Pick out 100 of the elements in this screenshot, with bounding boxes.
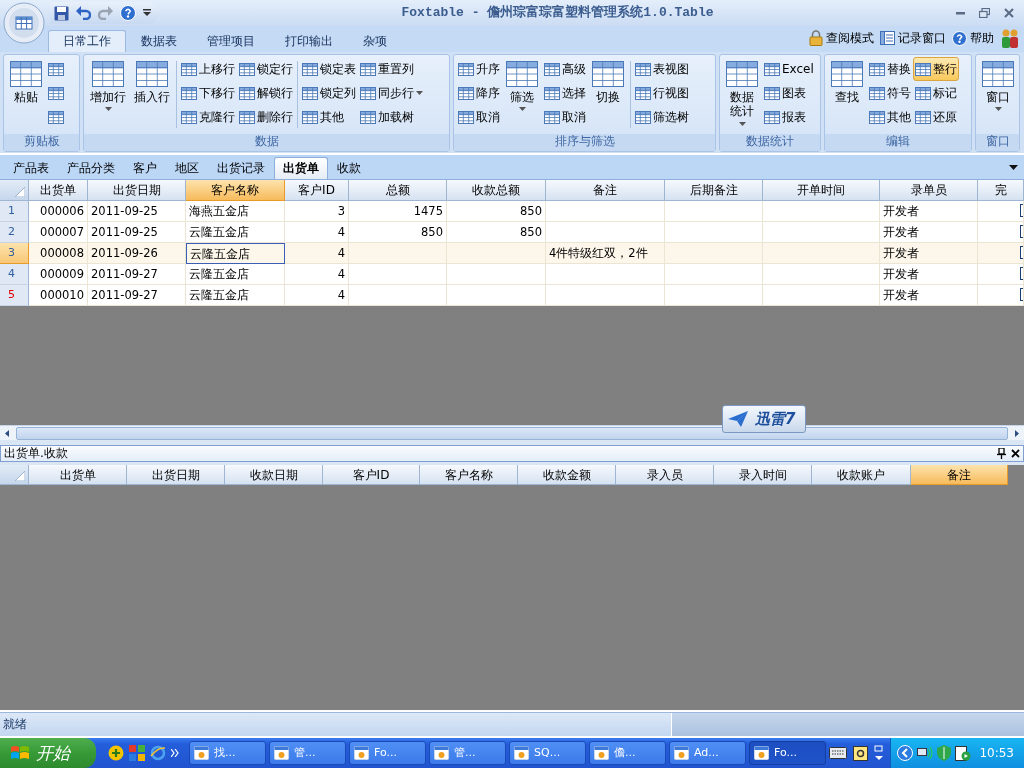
- ribbon-tab[interactable]: 打印输出: [270, 29, 348, 52]
- ribbon-button[interactable]: 查找: [827, 57, 867, 129]
- taskbar-button[interactable]: 儋...: [589, 741, 666, 765]
- pin-icon[interactable]: [997, 448, 1006, 459]
- column-header[interactable]: 出货单: [29, 465, 127, 485]
- column-header[interactable]: 出货日期: [88, 180, 186, 201]
- sheet-tab[interactable]: 收款: [328, 156, 370, 179]
- ribbon-button[interactable]: 重置列: [358, 57, 425, 81]
- ribbon-button[interactable]: 同步行: [358, 81, 425, 105]
- minimize-icon[interactable]: [956, 11, 965, 15]
- ribbon-button[interactable]: 标记: [913, 81, 959, 105]
- sheet-tab[interactable]: 产品表: [4, 156, 58, 179]
- ribbon-button[interactable]: 图表: [762, 81, 816, 105]
- sheet-tab[interactable]: 产品分类: [58, 156, 124, 179]
- column-header[interactable]: 出货日期: [127, 465, 225, 485]
- undo-icon[interactable]: [76, 6, 91, 20]
- ribbon-button[interactable]: 上移行: [179, 57, 237, 81]
- browser-icon[interactable]: [150, 745, 166, 761]
- ribbon-tab[interactable]: 杂项: [348, 29, 402, 52]
- ribbon-button[interactable]: 下移行: [179, 81, 237, 105]
- keyboard-icon[interactable]: [829, 747, 847, 759]
- column-header[interactable]: 出货单: [29, 180, 88, 201]
- column-header[interactable]: 客户ID: [323, 465, 420, 485]
- ribbon-link[interactable]: 查阅模式: [809, 30, 874, 46]
- column-header[interactable]: 录单员: [880, 180, 978, 201]
- floating-button[interactable]: 迅雷7: [722, 405, 807, 433]
- column-header[interactable]: 录入员: [616, 465, 714, 485]
- people-icon[interactable]: [1000, 28, 1020, 48]
- ribbon-button[interactable]: 克隆行: [179, 105, 237, 129]
- column-header[interactable]: 开单时间: [763, 180, 880, 201]
- row-header[interactable]: 3: [0, 243, 29, 264]
- ribbon-button[interactable]: 删除行: [237, 105, 295, 129]
- ribbon-button[interactable]: 插入行: [130, 57, 174, 129]
- taskbar-button[interactable]: 管...: [429, 741, 506, 765]
- taskbar-button[interactable]: Fo...: [349, 741, 426, 765]
- save-icon[interactable]: [54, 5, 69, 21]
- column-header[interactable]: 后期备注: [665, 180, 763, 201]
- ribbon-button[interactable]: 锁定表: [300, 57, 358, 81]
- taskbar-button[interactable]: Fo...: [749, 741, 826, 765]
- horizontal-scrollbar[interactable]: [0, 425, 1024, 440]
- column-header[interactable]: 总额: [349, 180, 447, 201]
- ribbon-button[interactable]: 符号: [867, 81, 913, 105]
- tiles-icon[interactable]: [129, 745, 145, 761]
- column-header[interactable]: 客户名称: [186, 180, 285, 201]
- column-header[interactable]: 备注: [911, 465, 1008, 485]
- ribbon-link[interactable]: 记录窗口: [880, 30, 946, 46]
- ribbon-button[interactable]: 其他: [867, 105, 913, 129]
- column-header[interactable]: 收款日期: [225, 465, 323, 485]
- restore-icon[interactable]: [979, 8, 990, 18]
- taskbar-button[interactable]: SQ...: [509, 741, 586, 765]
- ribbon-button[interactable]: 表视图: [633, 57, 691, 81]
- ribbon-link[interactable]: 帮助: [952, 30, 994, 46]
- column-header[interactable]: 收款金额: [518, 465, 616, 485]
- ribbon-button[interactable]: 高级: [542, 57, 588, 81]
- column-header[interactable]: 完: [978, 180, 1024, 201]
- ribbon-button[interactable]: 取消: [542, 105, 588, 129]
- network-icon[interactable]: [917, 745, 934, 761]
- ribbon-button[interactable]: Excel: [762, 57, 816, 81]
- ribbon-button[interactable]: 筛选树: [633, 105, 691, 129]
- column-header[interactable]: 备注: [546, 180, 665, 201]
- ribbon-button[interactable]: 整行: [913, 57, 959, 81]
- taskbar-button[interactable]: 找...: [189, 741, 266, 765]
- ribbon-tab[interactable]: 管理项目: [192, 29, 270, 52]
- ribbon-tab[interactable]: 数据表: [126, 29, 192, 52]
- restore-icon[interactable]: [874, 745, 884, 761]
- column-header[interactable]: 收款账户: [812, 465, 911, 485]
- customize-icon[interactable]: [143, 9, 151, 17]
- row-header[interactable]: 2: [0, 222, 29, 243]
- plus-icon[interactable]: [108, 745, 124, 761]
- column-header[interactable]: 客户ID: [285, 180, 349, 201]
- ribbon-button[interactable]: 行视图: [633, 81, 691, 105]
- sheet-tab[interactable]: 出货记录: [208, 156, 274, 179]
- ribbon-button[interactable]: 锁定行: [237, 57, 295, 81]
- column-header[interactable]: 客户名称: [420, 465, 518, 485]
- ribbon-button[interactable]: 加载树: [358, 105, 425, 129]
- close-icon[interactable]: [1011, 449, 1020, 458]
- ribbon-button[interactable]: 锁定列: [300, 81, 358, 105]
- ribbon-button[interactable]: 增加行: [86, 57, 130, 129]
- sheet-tab[interactable]: 客户: [124, 156, 166, 179]
- help-icon[interactable]: [853, 745, 868, 761]
- ribbon-button[interactable]: 替换: [867, 57, 913, 81]
- ribbon-button[interactable]: 数据统计: [722, 57, 762, 129]
- ribbon-button[interactable]: 降序: [456, 81, 502, 105]
- row-header[interactable]: 4: [0, 264, 29, 285]
- ribbon-tab[interactable]: 日常工作: [48, 29, 126, 52]
- ribbon-button[interactable]: 报表: [762, 105, 816, 129]
- row-header[interactable]: 1: [0, 201, 29, 222]
- column-header[interactable]: 收款总额: [447, 180, 546, 201]
- sheet-tab[interactable]: 地区: [166, 156, 208, 179]
- sheet-tab[interactable]: 出货单: [274, 156, 328, 179]
- column-header[interactable]: 录入时间: [714, 465, 812, 485]
- ribbon-button[interactable]: 选择: [542, 81, 588, 105]
- ribbon-button[interactable]: 筛选: [502, 57, 542, 129]
- taskbar-button[interactable]: 管...: [269, 741, 346, 765]
- ribbon-button[interactable]: 解锁行: [237, 81, 295, 105]
- start-button[interactable]: 开始: [0, 738, 96, 768]
- ribbon-button[interactable]: 窗口: [978, 57, 1018, 129]
- ribbon-button[interactable]: 其他: [300, 105, 358, 129]
- taskbar-button[interactable]: Ad...: [669, 741, 746, 765]
- ribbon-button[interactable]: 取消: [456, 105, 502, 129]
